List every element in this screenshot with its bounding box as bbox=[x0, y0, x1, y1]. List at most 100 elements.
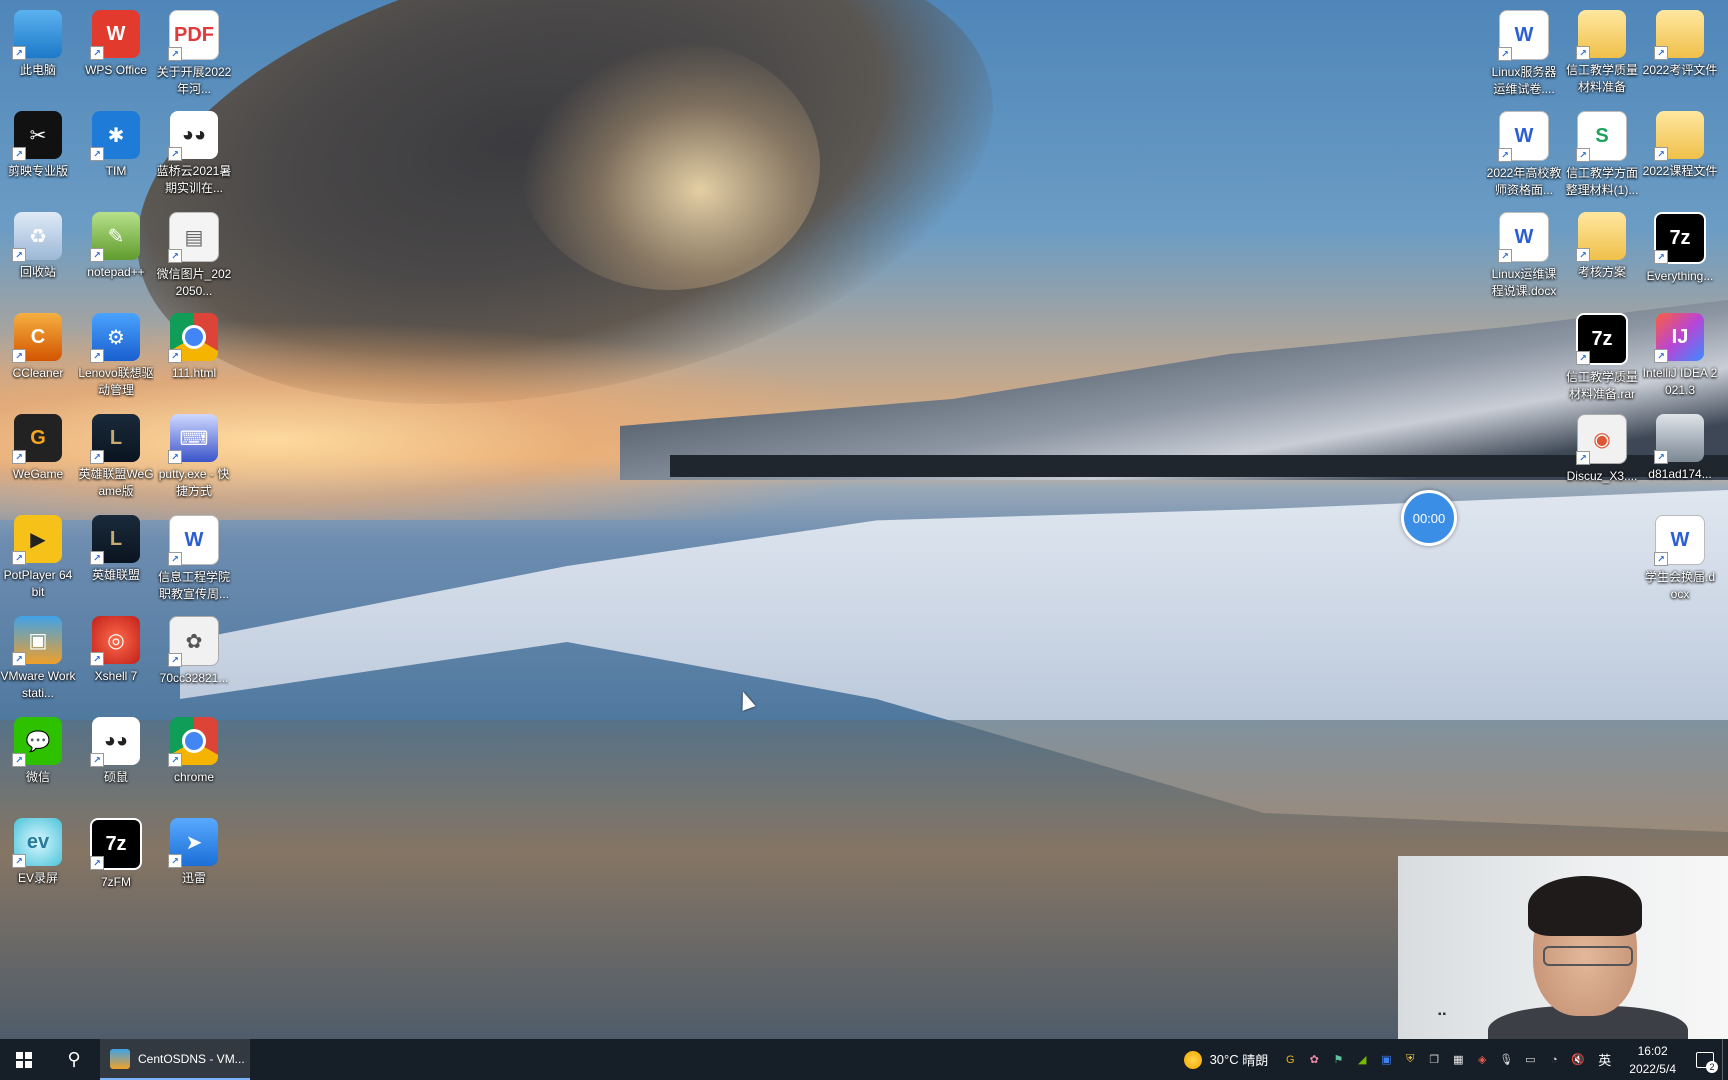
shortcut-arrow-icon: ↗ bbox=[1576, 248, 1590, 262]
icon-glyph: ✎ bbox=[107, 225, 125, 248]
lanqiao-icon: ◕◕ ↗ bbox=[168, 111, 218, 161]
sync-tray-icon[interactable]: ◈ bbox=[1474, 1052, 1490, 1068]
chrome-icon: ↗ bbox=[168, 717, 218, 767]
desktop-icon[interactable]: C ↗ CCleaner bbox=[0, 313, 76, 382]
desktop-icon-label: 微信 bbox=[25, 770, 50, 784]
desktop-icon[interactable]: ✂ ↗ 剪映专业版 bbox=[0, 111, 76, 180]
image-file-icon: ▤ ↗ bbox=[168, 212, 219, 263]
desktop-icon[interactable]: 7z ↗ 信工教学质量材料准备.rar bbox=[1564, 313, 1640, 403]
notification-center-button[interactable]: 2 bbox=[1688, 1039, 1722, 1080]
desktop-icon-label: d81ad174... bbox=[1648, 467, 1712, 481]
spreadsheet-icon: S ↗ bbox=[1576, 111, 1627, 162]
desktop-icon-label: TIM bbox=[105, 164, 127, 178]
weather-widget[interactable]: 30°C 晴朗 bbox=[1183, 1050, 1268, 1069]
icon-glyph: PDF bbox=[174, 23, 214, 46]
desktop-icon[interactable]: ⌨ ↗ putty.exe - 快捷方式 bbox=[156, 414, 232, 500]
desktop-icon[interactable]: ▣ ↗ VMware Workstati... bbox=[0, 616, 76, 702]
desktop-icon-label: 考核方案 bbox=[1577, 265, 1626, 279]
flag-tray-icon[interactable]: ⚑ bbox=[1330, 1052, 1346, 1068]
desktop-icon[interactable]: ▤ ↗ 微信图片_2022050... bbox=[156, 212, 232, 300]
shortcut-arrow-icon: ↗ bbox=[1654, 349, 1668, 363]
mic-tray-icon[interactable]: 🎙 bbox=[1498, 1052, 1514, 1068]
shortcut-arrow-icon: ↗ bbox=[90, 856, 104, 870]
desktop-icon[interactable]: L ↗ 英雄联盟WeGame版 bbox=[78, 414, 154, 500]
desktop-icon[interactable]: ✎ ↗ notepad++ bbox=[78, 212, 154, 281]
desktop-icon-label: WeGame bbox=[12, 467, 64, 481]
desktop-icon[interactable]: ▶ ↗ PotPlayer 64 bit bbox=[0, 515, 76, 601]
icon-glyph: ◕◕ bbox=[181, 123, 207, 146]
icon-glyph: ✱ bbox=[107, 124, 125, 147]
desktop-icon[interactable]: ◎ ↗ Xshell 7 bbox=[78, 616, 154, 685]
league-of-legends-icon: L ↗ bbox=[90, 515, 140, 565]
desktop-icon[interactable]: ↗ chrome bbox=[156, 717, 232, 786]
shield-tray-icon[interactable]: ⛨ bbox=[1402, 1052, 1418, 1068]
icon-glyph: 7z bbox=[1591, 327, 1613, 350]
desktop-icon[interactable]: W ↗ 学生会换届.docx bbox=[1642, 515, 1718, 603]
desktop-icon[interactable]: L ↗ 英雄联盟 bbox=[78, 515, 154, 584]
show-desktop-button[interactable] bbox=[1722, 1039, 1728, 1080]
wifi-tray-icon[interactable]: ◔ bbox=[1546, 1052, 1562, 1068]
search-button[interactable]: ⚲ bbox=[48, 1039, 100, 1080]
desktop-icon[interactable]: ➤ ↗ 迅雷 bbox=[156, 818, 232, 887]
desktop-icon[interactable]: 💬 ↗ 微信 bbox=[0, 717, 76, 786]
desktop-icon[interactable]: W ↗ 信息工程学院职教宣传周... bbox=[156, 515, 232, 603]
desktop-icon[interactable]: G ↗ WeGame bbox=[0, 414, 76, 483]
desktop-icon[interactable]: ↗ 考核方案 bbox=[1564, 212, 1640, 281]
shortcut-arrow-icon: ↗ bbox=[12, 450, 26, 464]
desktop-icon[interactable]: ✿ ↗ 70cc32821... bbox=[156, 616, 232, 687]
volume-muted-tray-icon[interactable]: 🔇 bbox=[1570, 1052, 1586, 1068]
icon-glyph: 💬 bbox=[25, 730, 51, 753]
desktop-icon[interactable]: ↗ 2022考评文件 bbox=[1642, 10, 1718, 79]
desktop-icon[interactable]: W ↗ Linux运维课程说课.docx bbox=[1486, 212, 1562, 300]
weather-temp: 30°C bbox=[1209, 1052, 1239, 1067]
app-tray-icon[interactable]: ▣ bbox=[1378, 1052, 1394, 1068]
desktop-icon[interactable]: ↗ d81ad174... bbox=[1642, 414, 1718, 483]
shortcut-arrow-icon: ↗ bbox=[90, 450, 104, 464]
start-button[interactable] bbox=[0, 1039, 48, 1080]
desktop-icon[interactable]: W ↗ 2022年高校教师资格面... bbox=[1486, 111, 1562, 199]
shortcut-arrow-icon: ↗ bbox=[168, 47, 182, 61]
taskbar-app-vmware[interactable]: CentOSDNS - VM... bbox=[100, 1039, 250, 1080]
desktop-icon[interactable]: PDF ↗ 关于开展2022年河... bbox=[156, 10, 232, 98]
recording-timer[interactable]: 00:00 bbox=[1401, 490, 1457, 546]
flvcd-icon: ◕◕ ↗ bbox=[90, 717, 140, 767]
icon-glyph: W bbox=[1514, 124, 1534, 147]
system-tray: 30°C 晴朗 G ✿ ⚑ ◢ ▣ ⛨ ❐ ▦ ◈ 🎙 ▭ ◔ 🔇 英 16:02 2022/5/4 2 bbox=[1183, 1039, 1728, 1080]
word-document-icon: W ↗ bbox=[1498, 212, 1549, 263]
archive-file-icon: ◉ ↗ bbox=[1576, 414, 1627, 465]
desktop-icon[interactable]: ev ↗ EV录屏 bbox=[0, 818, 76, 887]
desktop-icon[interactable]: ◕◕ ↗ 硕鼠 bbox=[78, 717, 154, 786]
desktop-icon[interactable]: 7z ↗ 7zFM bbox=[78, 818, 154, 891]
desktop-icon-label: 英雄联盟 bbox=[91, 568, 140, 582]
desktop-icon[interactable]: ↗ 111.html bbox=[156, 313, 232, 382]
desktop-icon[interactable]: 7z ↗ Everything... bbox=[1642, 212, 1718, 285]
desktop-icon[interactable]: ♻ ↗ 回收站 bbox=[0, 212, 76, 281]
word-document-icon: W ↗ bbox=[1498, 10, 1549, 61]
desktop-icon[interactable]: ◕◕ ↗ 蓝桥云2021暑期实训在... bbox=[156, 111, 232, 197]
desktop-icon-label: putty.exe - 快捷方式 bbox=[158, 467, 230, 498]
clock[interactable]: 16:02 2022/5/4 bbox=[1629, 1042, 1676, 1078]
window-tray-icon[interactable]: ❐ bbox=[1426, 1052, 1442, 1068]
battery-tray-icon[interactable]: ▭ bbox=[1522, 1052, 1538, 1068]
desktop-icon[interactable]: ⚙ ↗ Lenovo联想驱动管理 bbox=[78, 313, 154, 399]
icon-glyph: ev bbox=[26, 830, 50, 853]
clock-time: 16:02 bbox=[1637, 1043, 1668, 1058]
desktop-icon[interactable]: IJ ↗ IntelliJ IDEA 2021.3 bbox=[1642, 313, 1718, 399]
desktop-icon[interactable]: ↗ 此电脑 bbox=[0, 10, 76, 79]
desktop-icon[interactable]: ↗ 信工教学质量材料准备 bbox=[1564, 10, 1640, 96]
icon-glyph: ♻ bbox=[29, 225, 47, 248]
desktop-icon[interactable]: ✱ ↗ TIM bbox=[78, 111, 154, 180]
desktop-icon[interactable]: ◉ ↗ Discuz_X3.... bbox=[1564, 414, 1640, 485]
shortcut-arrow-icon: ↗ bbox=[1576, 148, 1590, 162]
desktop-icon[interactable]: W ↗ Linux服务器运维试卷.... bbox=[1486, 10, 1562, 98]
g-tray-icon[interactable]: G bbox=[1282, 1052, 1298, 1068]
desktop-icon-label: Linux服务器运维试卷.... bbox=[1491, 65, 1557, 96]
nvidia-tray-icon[interactable]: ◢ bbox=[1354, 1052, 1370, 1068]
flower-tray-icon[interactable]: ✿ bbox=[1306, 1052, 1322, 1068]
ime-indicator[interactable]: 英 bbox=[1598, 1050, 1611, 1069]
desktop-icon[interactable]: ↗ 2022课程文件 bbox=[1642, 111, 1718, 180]
desktop-icon[interactable]: S ↗ 信工教学方面整理材料(1)... bbox=[1564, 111, 1640, 199]
desktop-icon[interactable]: W ↗ WPS Office bbox=[78, 10, 154, 79]
wechat-tray-icon[interactable]: ▦ bbox=[1450, 1052, 1466, 1068]
word-document-icon: W ↗ bbox=[168, 515, 219, 566]
